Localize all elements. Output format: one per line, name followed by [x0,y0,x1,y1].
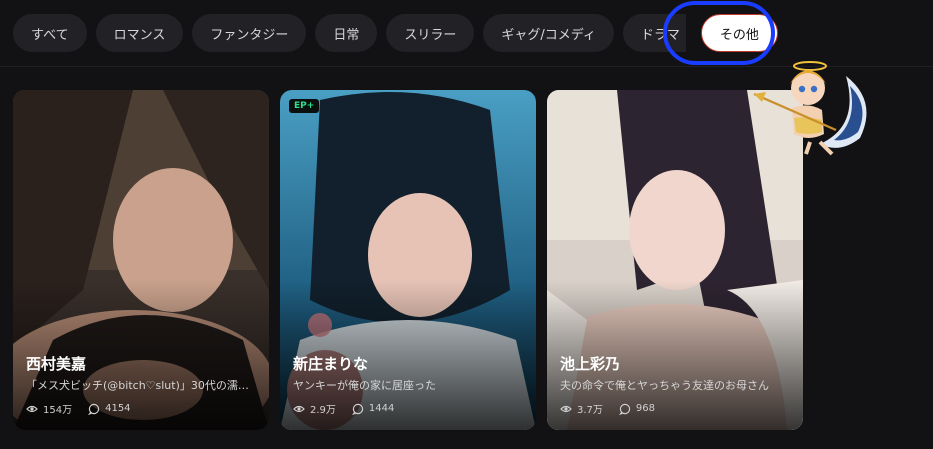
card-description: 夫の命令で俺とヤっちゃう友達のお母さん [560,379,769,392]
tab-thriller[interactable]: スリラー [386,14,475,52]
card-title: 池上彩乃 [560,355,621,373]
episode-badge: EP+ [289,99,320,113]
story-card[interactable]: 西村美嘉 「メス犬ビッチ(@bitch♡slut)」30代の濡れて... 154… [13,90,269,430]
card-stats: 3.7万 968 [560,401,655,416]
card-description: 「メス犬ビッチ(@bitch♡slut)」30代の濡れて... [26,379,257,392]
tab-all[interactable]: すべて [13,14,87,52]
comment-count: 1444 [368,403,395,414]
comment-count: 968 [635,403,655,414]
tab-romance[interactable]: ロマンス [95,14,184,52]
tab-fantasy[interactable]: ファンタジー [192,14,307,52]
eye-icon [560,403,572,415]
comment-icon [88,403,100,415]
cupid-mascot [753,61,867,156]
story-card[interactable]: EP+ 新庄まりな ヤンキーが俺の家に居座った 2.9万 1444 [280,90,536,430]
comment-count: 4154 [105,403,131,414]
card-description: ヤンキーが俺の家に居座った [293,379,436,392]
tab-drama[interactable]: ドラマ [622,14,686,52]
category-tabs: すべて ロマンス ファンタジー 日常 スリラー ギャグ/コメディ ドラマ その他 [13,14,778,52]
comment-icon [619,403,631,415]
card-title: 西村美嘉 [26,355,87,373]
card-stats: 154万 4154 [26,401,131,416]
card-title: 新庄まりな [293,355,369,373]
view-count: 3.7万 [577,405,603,416]
tab-comedy[interactable]: ギャグ/コメディ [483,14,614,52]
eye-icon [293,403,305,415]
eye-icon [26,403,38,415]
card-stats: 2.9万 1444 [293,401,394,416]
comment-icon [352,403,364,415]
tab-other[interactable]: その他 [700,14,778,52]
view-count: 154万 [43,405,73,416]
tab-daily[interactable]: 日常 [315,14,378,52]
view-count: 2.9万 [310,405,336,416]
